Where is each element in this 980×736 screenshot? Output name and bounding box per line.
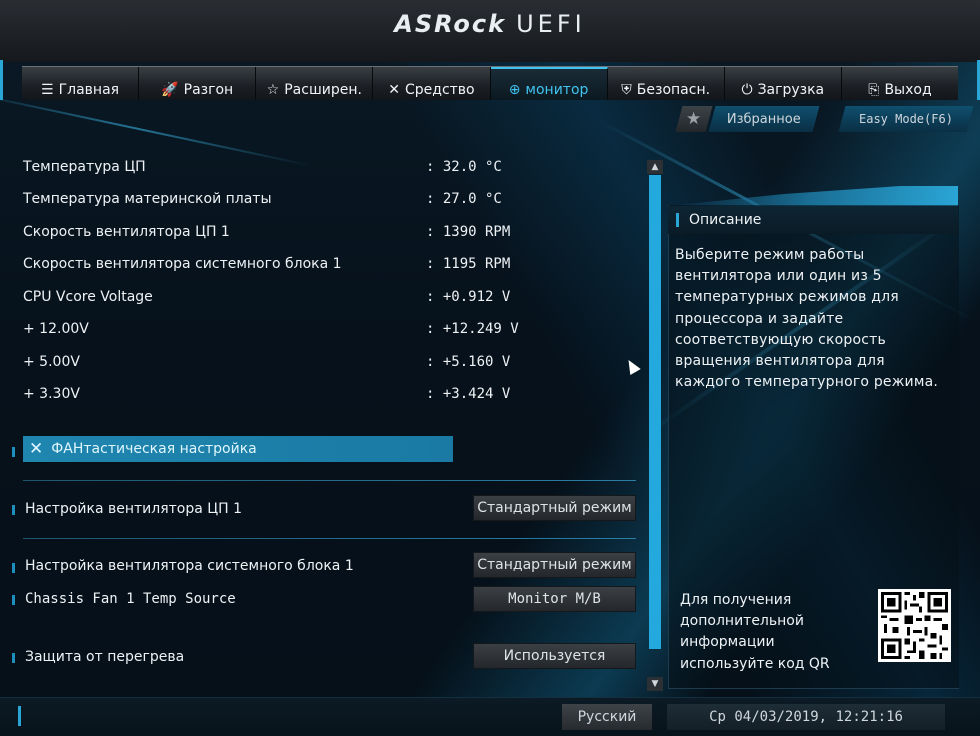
fan-tastic-tuning-item[interactable]: ✕ ФАНтастическая настройка xyxy=(23,436,453,462)
tab-label: Средство xyxy=(404,82,475,98)
arrow-up-icon: ▲ xyxy=(651,162,659,172)
easy-mode-button[interactable]: Easy Mode(F6) xyxy=(838,106,974,132)
tools-icon: ✕ xyxy=(29,439,44,459)
info-line: используйте код QR xyxy=(680,655,830,672)
description-line: соответствующую скорость xyxy=(675,331,886,348)
reading-value-cpu-temp: : 32.0 °C xyxy=(426,159,502,175)
reading-value-chassis-fan: : 1195 RPM xyxy=(426,256,511,272)
reading-value-vcore: : +0.912 V xyxy=(426,289,511,305)
tab-monitor[interactable]: ⊕ монитор xyxy=(490,67,608,100)
monitor-icon: ⊕ xyxy=(508,82,521,98)
star-icon: ★ xyxy=(686,109,702,129)
scroll-up-button[interactable]: ▲ xyxy=(647,160,663,174)
divider xyxy=(23,538,636,539)
reading-label-3v3: + 3.30V xyxy=(23,386,80,402)
info-line: Для получения xyxy=(680,592,792,608)
star-icon: ☆ xyxy=(266,82,280,98)
setting-label-chassis-fan: Настройка вентилятора системного блока 1 xyxy=(25,558,354,574)
left-edge-marker xyxy=(0,60,3,100)
tab-boot[interactable]: ⏻ Загрузка xyxy=(725,67,842,100)
tab-label: Выход xyxy=(884,82,932,98)
temp-source-button[interactable]: Monitor M/B xyxy=(473,586,636,612)
reading-label-cpu-temp: Температура ЦП xyxy=(23,159,146,175)
tab-tool[interactable]: ✕ Средство xyxy=(373,67,491,100)
reading-label-mb-temp: Температура материнской платы xyxy=(23,191,272,207)
description-line: процессора и задайте xyxy=(675,310,844,327)
header: ASRock UEFI xyxy=(0,0,980,62)
tab-label: Главная xyxy=(58,82,120,98)
qr-info-text: Для получения дополнительной информации … xyxy=(680,590,870,675)
reading-label-chassis-fan: Скорость вентилятора системного блока 1 xyxy=(23,256,342,272)
row-marker xyxy=(12,595,15,605)
easy-mode-label: Easy Mode(F6) xyxy=(859,112,953,126)
tab-label: Расширен. xyxy=(284,82,362,98)
reading-label-cpu-fan: Скорость вентилятора ЦП 1 xyxy=(23,224,230,240)
favorites-button[interactable]: Избранное xyxy=(708,106,820,132)
scroll-down-button[interactable]: ▼ xyxy=(647,677,663,691)
description-line: температурных режимов для xyxy=(675,289,899,306)
logo: ASRock UEFI xyxy=(0,10,980,38)
row-marker xyxy=(12,505,15,515)
description-line: Выберите режим работы xyxy=(675,247,865,263)
description-title: Описание xyxy=(668,206,958,234)
scrollbar-thumb[interactable] xyxy=(649,175,661,649)
reading-label-vcore: CPU Vcore Voltage xyxy=(23,289,153,305)
tab-label: Загрузка xyxy=(757,82,825,98)
reading-value-mb-temp: : 27.0 °C xyxy=(426,191,502,207)
reading-value-3v3: : +3.424 V xyxy=(426,386,511,402)
shield-icon: ⛨ xyxy=(621,82,632,98)
qr-code-icon xyxy=(878,589,951,662)
tab-oc-tweaker[interactable]: 🚀 Разгон xyxy=(139,67,257,100)
arrow-down-icon: ▼ xyxy=(651,679,659,689)
tab-label: Безопасн. xyxy=(636,82,711,98)
reading-label-5v: + 5.00V xyxy=(23,354,80,370)
list-icon: ☰ xyxy=(41,82,54,98)
reading-label-12v: + 12.00V xyxy=(23,321,89,337)
tab-exit[interactable]: ⎘ Выход xyxy=(842,67,958,100)
fan-tastic-tuning-label: ФАНтастическая настройка xyxy=(51,441,257,457)
reading-value-5v: : +5.160 V xyxy=(426,354,511,370)
title-bar-marker xyxy=(676,213,679,227)
setting-label-temp-source: Chassis Fan 1 Temp Source xyxy=(25,591,236,607)
description-line: вращения вентилятора для xyxy=(675,353,885,370)
tab-label: Разгон xyxy=(183,82,234,98)
description-title-text: Описание xyxy=(689,212,762,228)
row-marker xyxy=(12,563,15,573)
tab-advanced[interactable]: ☆ Расширен. xyxy=(256,67,374,100)
logo-product: UEFI xyxy=(516,10,586,38)
description-line: вентилятора или один из 5 xyxy=(675,268,882,285)
logo-brand: ASRock xyxy=(394,10,507,38)
rocket-icon: 🚀 xyxy=(161,82,179,98)
reading-value-cpu-fan: : 1390 RPM xyxy=(426,224,511,240)
tab-main[interactable]: ☰ Главная xyxy=(22,67,140,100)
reading-value-12v: : +12.249 V xyxy=(426,321,519,337)
footer-edge-marker xyxy=(18,706,21,726)
setting-label-cpu-fan: Настройка вентилятора ЦП 1 xyxy=(25,501,243,517)
tab-security[interactable]: ⛨ Безопасн. xyxy=(608,67,725,100)
chassis-fan-setting-button[interactable]: Стандартный режим xyxy=(473,552,636,578)
overheat-protection-button[interactable]: Используется xyxy=(473,643,636,669)
row-marker xyxy=(12,653,15,663)
language-button[interactable]: Русский xyxy=(562,704,652,730)
power-icon: ⏻ xyxy=(741,82,753,98)
divider xyxy=(23,480,636,481)
info-line: дополнительной xyxy=(680,613,804,630)
main-tabs: ☰ Главная 🚀 Разгон ☆ Расширен. ✕ Средство ⊕ м… xyxy=(22,66,958,100)
description-text: Выберите режим работы вентилятора или од… xyxy=(675,245,945,393)
exit-icon: ⎘ xyxy=(868,82,880,98)
tab-label: монитор xyxy=(525,82,589,98)
date-time-display: Ср 04/03/2019, 12:21:16 xyxy=(667,704,945,730)
cpu-fan-setting-button[interactable]: Стандартный режим xyxy=(473,495,636,521)
favorites-label: Избранное xyxy=(727,111,801,127)
setting-label-overheat: Защита от перегрева xyxy=(25,649,185,665)
row-marker xyxy=(12,447,15,457)
info-line: информации xyxy=(680,634,775,651)
description-line: каждого температурного режима. xyxy=(675,374,939,391)
tools-icon: ✕ xyxy=(388,82,400,98)
